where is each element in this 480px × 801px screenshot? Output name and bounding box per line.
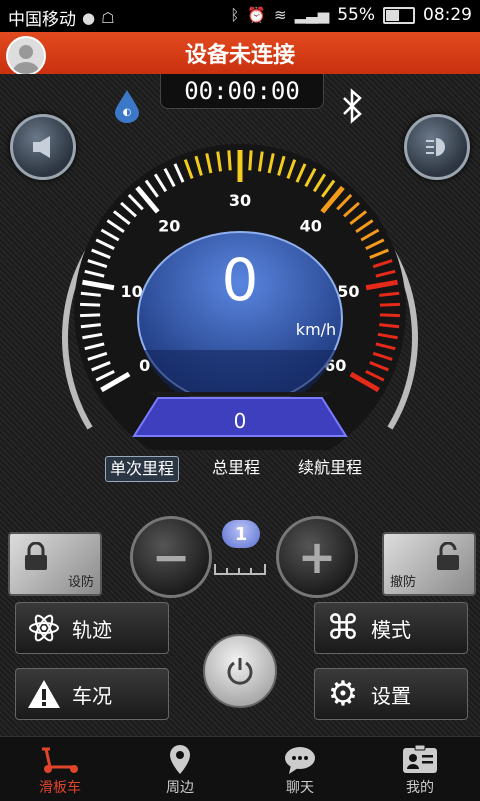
speed-unit: km/h bbox=[296, 320, 336, 339]
chat-bubble-icon bbox=[285, 747, 315, 774]
gauge-tick bbox=[379, 291, 400, 297]
command-key-icon: ⌘ bbox=[326, 608, 360, 648]
level-indicator: 1 bbox=[222, 520, 260, 548]
power-button[interactable] bbox=[203, 634, 277, 708]
lock-closed-icon bbox=[25, 542, 47, 570]
speedometer-gauge: 0102030405060 0 km/h 0 bbox=[62, 144, 418, 450]
signal-icon: ▂▃▅ bbox=[294, 6, 330, 24]
gauge-tick bbox=[80, 323, 101, 329]
nav-nearby-label: 周边 bbox=[166, 780, 194, 796]
nav-chat[interactable]: 聊天 bbox=[240, 737, 360, 801]
minus-icon: − bbox=[151, 530, 191, 584]
nav-profile[interactable]: 我的 bbox=[360, 737, 480, 801]
nav-profile-label: 我的 bbox=[406, 780, 434, 796]
gauge-tick-label: 10 bbox=[121, 282, 143, 301]
ride-timer: 00:00:00 bbox=[160, 74, 324, 109]
atom-icon bbox=[29, 614, 59, 642]
gauge-tick-label: 30 bbox=[229, 191, 251, 210]
disarm-button[interactable]: 撤防 bbox=[382, 532, 476, 596]
notification-icon: ● bbox=[82, 8, 96, 27]
settings-label: 设置 bbox=[371, 683, 411, 708]
android-icon: ☖ bbox=[101, 8, 115, 27]
scooter-icon bbox=[42, 747, 78, 773]
mileage-tabs: 单次里程 总里程 续航里程 bbox=[0, 456, 480, 482]
arm-button[interactable]: 设防 bbox=[8, 532, 102, 596]
gauge-tick bbox=[379, 313, 400, 318]
gear-icon: ⚙ bbox=[327, 674, 359, 714]
level-scale-icon bbox=[214, 564, 266, 575]
level-value: 1 bbox=[234, 523, 248, 545]
tab-trip-mileage[interactable]: 单次里程 bbox=[105, 456, 180, 482]
plus-icon: + bbox=[297, 530, 337, 584]
nav-nearby[interactable]: 周边 bbox=[120, 737, 240, 801]
battery-percent: 55% bbox=[337, 5, 375, 25]
warning-icon bbox=[28, 680, 60, 708]
gauge-tick-label: 50 bbox=[337, 282, 359, 301]
gauge-tick bbox=[379, 302, 400, 307]
gauge-tick-label: 40 bbox=[300, 217, 322, 236]
status-bar: 中国移动 ● ☖ ᛒ ⏰ ≋ ▂▃▅ 55% 08:29 bbox=[0, 0, 480, 32]
power-icon bbox=[227, 658, 253, 685]
gauge-tick bbox=[227, 150, 232, 171]
mode-button[interactable]: ⌘ 模式 bbox=[314, 602, 468, 654]
vehicle-status-label: 车况 bbox=[72, 683, 112, 708]
lock-open-icon bbox=[437, 542, 459, 570]
gauge-tick bbox=[80, 313, 101, 318]
bluetooth-status-icon: ᛒ bbox=[230, 6, 240, 24]
nav-chat-label: 聊天 bbox=[286, 780, 314, 796]
nav-scooter-label: 滑板车 bbox=[39, 780, 81, 796]
increase-level-button[interactable]: + bbox=[276, 516, 358, 598]
track-label: 轨迹 bbox=[72, 617, 112, 642]
bottom-navigation: 滑板车 周边 聊天 我的 bbox=[0, 736, 480, 801]
decrease-level-button[interactable]: − bbox=[130, 516, 212, 598]
wifi-icon: ≋ bbox=[274, 6, 287, 24]
app-header: 设备未连接 bbox=[0, 32, 480, 74]
clock: 08:29 bbox=[423, 5, 472, 25]
speed-value: 0 bbox=[222, 246, 259, 314]
distance-value: 0 bbox=[234, 409, 247, 433]
avatar[interactable] bbox=[6, 36, 46, 76]
battery-icon bbox=[383, 6, 415, 24]
settings-button[interactable]: ⚙ 设置 bbox=[314, 668, 468, 720]
vehicle-status-button[interactable]: 车况 bbox=[15, 668, 169, 720]
carrier-label: 中国移动 bbox=[8, 10, 76, 30]
mode-label: 模式 bbox=[371, 617, 411, 642]
alarm-icon: ⏰ bbox=[247, 6, 267, 24]
nav-scooter[interactable]: 滑板车 bbox=[0, 737, 120, 801]
timer-text: 00:00:00 bbox=[184, 77, 300, 105]
gauge-tick bbox=[80, 302, 101, 307]
gauge-tick-label: 20 bbox=[158, 217, 180, 236]
gauge-tick bbox=[379, 323, 400, 329]
gauge-tick bbox=[80, 291, 101, 297]
track-button[interactable]: 轨迹 bbox=[15, 602, 169, 654]
disarm-label: 撤防 bbox=[390, 575, 417, 590]
tab-range-mileage[interactable]: 续航里程 bbox=[294, 456, 366, 480]
location-pin-icon bbox=[170, 745, 190, 774]
id-card-icon bbox=[403, 745, 437, 773]
page-title: 设备未连接 bbox=[184, 43, 295, 68]
gauge-tick bbox=[248, 150, 253, 171]
tab-total-mileage[interactable]: 总里程 bbox=[208, 456, 264, 480]
arm-label: 设防 bbox=[67, 575, 94, 590]
user-avatar-icon bbox=[8, 38, 44, 74]
